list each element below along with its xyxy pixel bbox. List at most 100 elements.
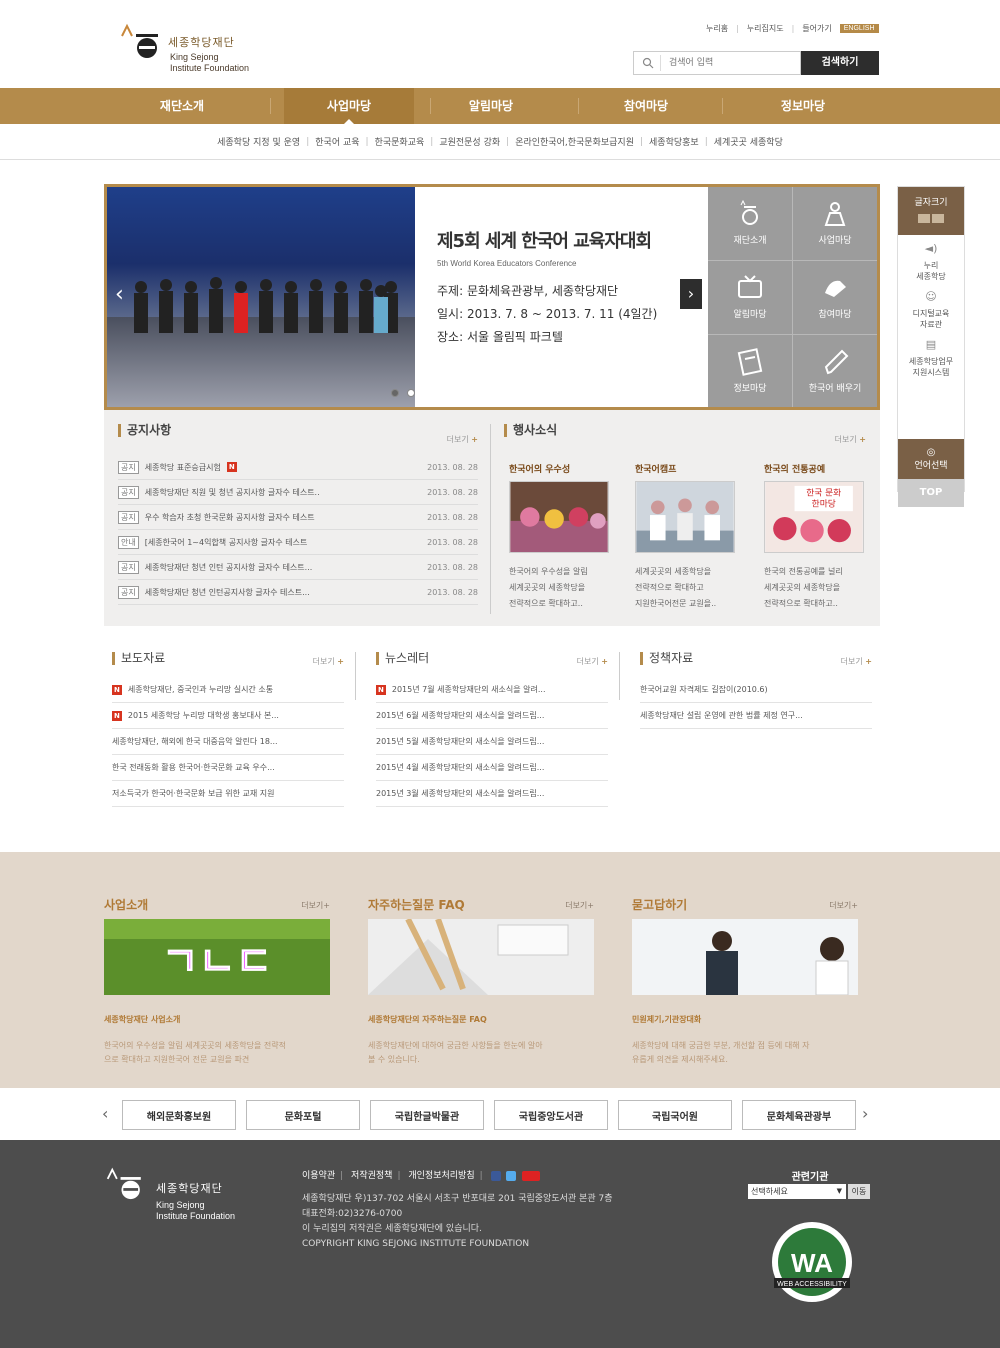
plus-icon: + (865, 657, 872, 666)
band-business: 사업소개 더보기+ ㄱㄴㄷ 세종학당재단 사업소개 한국어의 우수성을 알림 세… (104, 896, 330, 1067)
sub-menu-item[interactable]: 교원전문성 강화 (439, 135, 500, 148)
pager-dot[interactable] (407, 389, 415, 397)
banner-next-button[interactable]: › (862, 1104, 868, 1123)
band-more-link[interactable]: 더보기+ (829, 900, 858, 911)
visual-prev-button[interactable]: ‹ (115, 282, 124, 307)
sub-menu-item[interactable]: 한국문화교육 (375, 135, 425, 148)
press-title: 보도자료 (112, 652, 344, 665)
sub-menu-item[interactable]: 세계곳곳 세종학당 (714, 135, 783, 148)
notice-row[interactable]: 공지 세종학당 표준승급시험 N 2013. 08. 28 (118, 455, 478, 480)
top-button[interactable]: TOP (898, 479, 964, 507)
divider (722, 98, 723, 114)
notice-date: 2013. 08. 28 (427, 587, 478, 597)
quick-notice[interactable]: 알림마당 (708, 261, 792, 334)
notice-row[interactable]: 공지 세종학당재단 청년 인턴공지사항 글자수 테스트... 2013. 08. 2… (118, 580, 478, 605)
english-button[interactable]: ENGLISH (839, 23, 879, 33)
site-logo[interactable]: 세종학당재단 King Sejong Institute Foundation (116, 22, 276, 80)
newsletter-row[interactable]: 2015년 4월 세종학당재단의 새소식을 알려드립... (376, 755, 608, 781)
partner-banner[interactable]: 국립중앙도서관 (494, 1100, 608, 1130)
band-subtitle[interactable]: 세종학당재단의 자주하는질문 FAQ (368, 1014, 594, 1025)
util-link-sitemap[interactable]: 누리집지도 (747, 23, 784, 34)
related-go-button[interactable]: 이동 (848, 1184, 870, 1199)
partner-banner[interactable]: 문화포털 (246, 1100, 360, 1130)
newsletter-row[interactable]: N 2015년 7월 세종학당재단의 새소식을 알려... (376, 677, 608, 703)
side-item-system[interactable]: ▤ 세종학당업무 지원시스템 (898, 331, 964, 379)
press-row[interactable]: 저소득국가 한국어·한국문화 보급 위한 교재 지원 (112, 781, 344, 807)
document-icon (737, 348, 763, 376)
policy-row[interactable]: 한국어교원 자격제도 길잡이(2010.6) (640, 677, 872, 703)
sub-menu-item[interactable]: 온라인한국어,한국문화보급지원 (515, 135, 634, 148)
twitter-icon[interactable] (506, 1170, 517, 1181)
quick-foundation[interactable]: 재단소개 (708, 187, 792, 260)
newsletter-row[interactable]: 2015년 5월 세종학당재단의 새소식을 알려드립... (376, 729, 608, 755)
search-input[interactable] (660, 55, 798, 71)
banner-prev-button[interactable]: ‹ (102, 1104, 108, 1123)
band-image-pencils[interactable] (368, 917, 594, 995)
util-link-login[interactable]: 들어가기 (802, 23, 831, 34)
visual-photo: ‹ (107, 187, 415, 407)
facebook-icon[interactable] (490, 1170, 501, 1181)
event-card[interactable]: 한국어캠프 세계곳곳의 세종학당을 전략적으로 확대하고 지원한국어전문 교원을.. (635, 462, 735, 612)
policy-more-link[interactable]: 더보기 + (841, 656, 872, 667)
event-card[interactable]: 한국의 전통공예 한국 문화 한마당 한국의 전통공예를 널리 세계곳곳의 세종학당… (764, 462, 864, 612)
newsletter-row[interactable]: 2015년 3월 세종학당재단의 새소식을 알려드립... (376, 781, 608, 807)
font-decrease-button[interactable] (932, 214, 944, 223)
quick-info[interactable]: 정보마당 (708, 335, 792, 408)
band-desc: 세종학당에 대해 궁금한 부분, 개선할 점 등에 대해 자 유롭게 의견을 제시… (632, 1039, 858, 1067)
youtube-icon[interactable] (522, 1170, 541, 1181)
band-subtitle[interactable]: 민원제기,기관장대화 (632, 1014, 858, 1025)
footer-link-privacy[interactable]: 개인정보처리방침 (408, 1171, 474, 1181)
notice-more-link[interactable]: 더보기 + (447, 434, 478, 445)
band-image-letters[interactable]: ㄱㄴㄷ (104, 919, 330, 995)
partner-banner[interactable]: 국립한글박물관 (370, 1100, 484, 1130)
events-more-link[interactable]: 더보기 + (835, 434, 866, 445)
press-row[interactable]: 세종학당재단, 해외에 한국 대중음악 알린다 18... (112, 729, 344, 755)
logo-mark-icon (106, 1167, 141, 1200)
notice-row[interactable]: 공지 우수 학습자 초청 한국문화 공지사항 글자수 테스트 2013. 08. 2… (118, 505, 478, 530)
newsletter-row[interactable]: 2015년 6월 세종학당재단의 새소식을 알려드립... (376, 703, 608, 729)
quick-business[interactable]: 사업마당 (793, 187, 877, 260)
related-select[interactable]: 선택하세요 ▼ (748, 1184, 846, 1199)
footer-link-terms[interactable]: 이용약관 (302, 1171, 335, 1181)
partner-banner[interactable]: 국립국어원 (618, 1100, 732, 1130)
band-subtitle[interactable]: 세종학당재단 사업소개 (104, 1014, 330, 1025)
press-row[interactable]: 한국 전래동화 활용 한국어·한국문화 교육 우수... (112, 755, 344, 781)
press-more-link[interactable]: 더보기 + (313, 656, 344, 667)
footer-link-copyright[interactable]: 저작권정책 (351, 1171, 392, 1181)
util-link-home[interactable]: 누리홈 (706, 23, 728, 34)
gnb-item-business[interactable]: 사업마당 (284, 88, 414, 124)
gnb-item-foundation[interactable]: 재단소개 (117, 88, 247, 124)
band-more-link[interactable]: 더보기+ (301, 900, 330, 911)
language-select-button[interactable]: ◎ 언어선택 (898, 439, 964, 479)
sub-menu-item[interactable]: 세종학당홍보 (649, 135, 699, 148)
policy-text: 한국어교원 자격제도 길잡이(2010.6) (640, 685, 768, 694)
gnb-item-info[interactable]: 정보마당 (738, 88, 868, 124)
sub-menu-item[interactable]: 한국어 교육 (315, 135, 359, 148)
quick-participation[interactable]: 참여마당 (793, 261, 877, 334)
visual-next-button[interactable]: › (680, 279, 702, 309)
gnb-item-notice[interactable]: 알림마당 (426, 88, 556, 124)
pager-dot[interactable] (391, 389, 399, 397)
quick-learn-korean[interactable]: 한국어 배우기 (793, 335, 877, 408)
side-item-digital[interactable]: ☺ 디지털교육 자료관 (898, 283, 964, 331)
notice-row[interactable]: 안내 [세종한국어 1~4익합책 공지사항 글자수 테스트 2013. 08. 28 (118, 530, 478, 555)
notice-row[interactable]: 공지 세종학당재단 청년 인턴 공지사항 글자수 테스트... 2013. 08. … (118, 555, 478, 580)
sub-menu-item[interactable]: 세종학당 지정 및 운영 (217, 135, 300, 148)
band-more-link[interactable]: 더보기+ (565, 900, 594, 911)
press-row[interactable]: N 2015 세종학당 누리망 대학생 홍보대사 본... (112, 703, 344, 729)
footer-logo[interactable]: 세종학당재단 King Sejong Institute Foundation (104, 1166, 264, 1226)
side-item-nuri[interactable]: ◄) 누리 세종학당 (898, 235, 964, 283)
press-row[interactable]: N 세종학당재단, 중국인과 누리망 실시간 소통 (112, 677, 344, 703)
partner-banner[interactable]: 문화체육관광부 (742, 1100, 856, 1130)
search-button[interactable]: 검색하기 (801, 51, 879, 75)
newsletter-more-link[interactable]: 더보기 + (577, 656, 608, 667)
policy-row[interactable]: 세종학당재단 설립 운영에 관한 법률 제정 연구... (640, 703, 872, 729)
notice-row[interactable]: 공지 세종학당재단 직원 및 청년 공지사항 글자수 테스트.. 2013. 08.… (118, 480, 478, 505)
band-image-meeting[interactable] (632, 919, 858, 996)
gnb-item-participation[interactable]: 참여마당 (581, 88, 711, 124)
side-label: 누리 (923, 261, 939, 270)
event-photo-craft: 한국 문화한마당 (764, 481, 864, 553)
event-card[interactable]: 한국어의 우수성 한국어의 우수성을 알림 세계곳곳의 세종학당을 전략적으로 확대… (509, 462, 609, 612)
font-increase-button[interactable] (918, 214, 930, 223)
partner-banner[interactable]: 해외문화홍보원 (122, 1100, 236, 1130)
